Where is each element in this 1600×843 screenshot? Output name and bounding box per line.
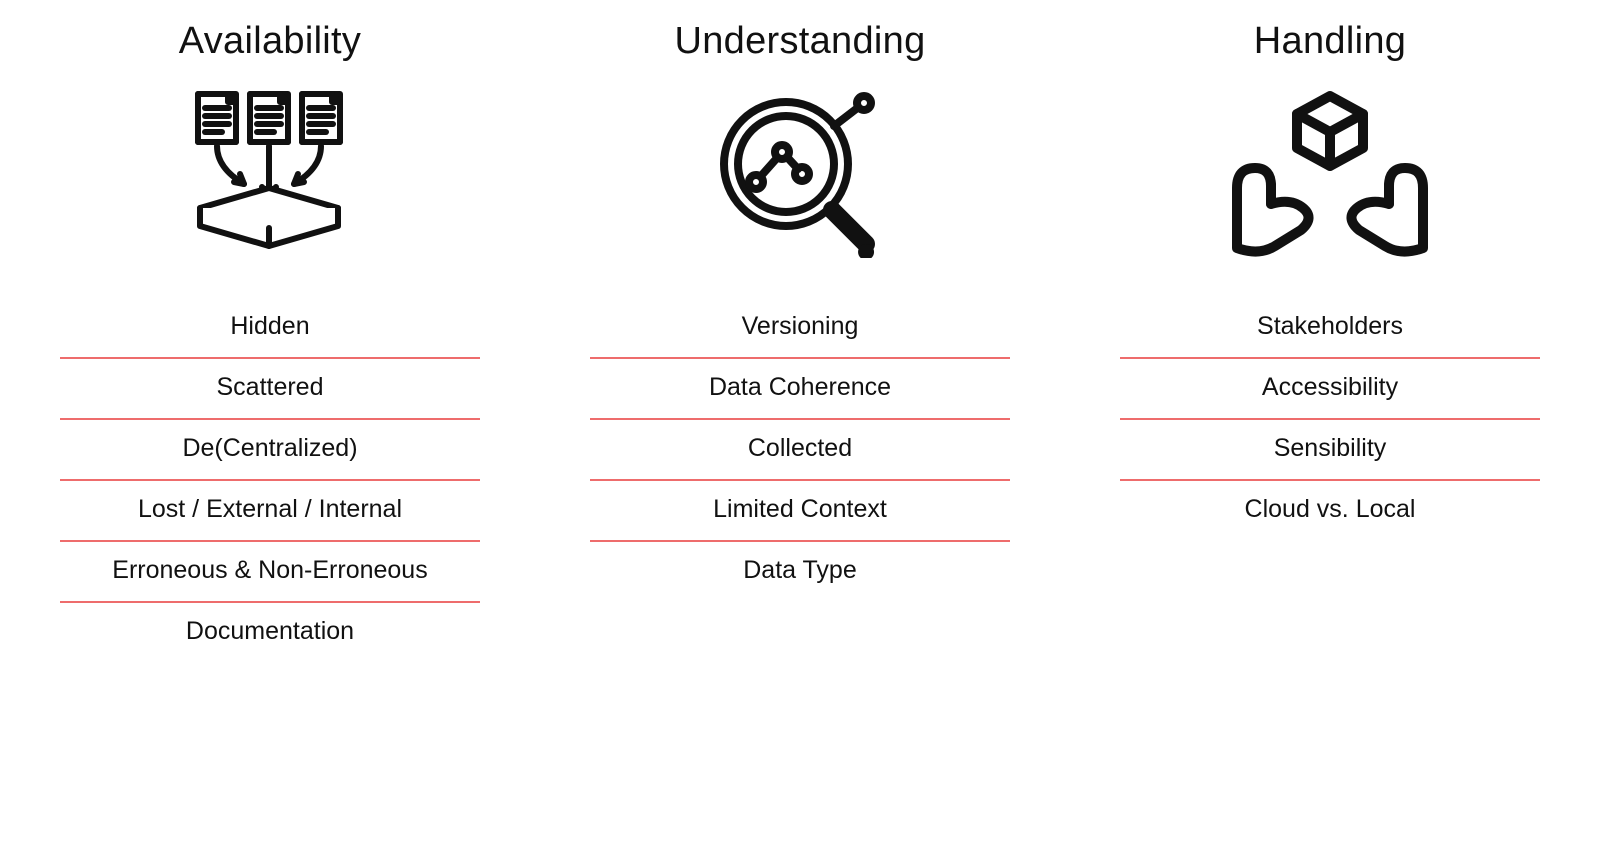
list-item: Scattered [60, 359, 480, 420]
column-availability: Availability [60, 20, 480, 662]
list-item: Stakeholders [1120, 298, 1540, 359]
list-item: Lost / External / Internal [60, 481, 480, 542]
hands-holding-cube-icon [1225, 88, 1435, 258]
list-item: Sensibility [1120, 420, 1540, 481]
list-item: Versioning [590, 298, 1010, 359]
column-title-understanding: Understanding [674, 20, 925, 63]
list-handling: Stakeholders Accessibility Sensibility C… [1120, 298, 1540, 540]
list-understanding: Versioning Data Coherence Collected Limi… [590, 298, 1010, 601]
list-item: Data Type [590, 542, 1010, 601]
column-handling: Handling Stakeholders Accessibility [1120, 20, 1540, 662]
columns-container: Availability [0, 20, 1600, 662]
documents-into-box-icon [170, 88, 370, 258]
list-item: Accessibility [1120, 359, 1540, 420]
list-item: Cloud vs. Local [1120, 481, 1540, 540]
list-item: Erroneous & Non-Erroneous [60, 542, 480, 603]
list-availability: Hidden Scattered De(Centralized) Lost / … [60, 298, 480, 662]
magnifier-chart-icon [700, 88, 900, 258]
list-item: Data Coherence [590, 359, 1010, 420]
list-item: Limited Context [590, 481, 1010, 542]
list-item: Documentation [60, 603, 480, 662]
column-title-handling: Handling [1254, 20, 1406, 63]
column-understanding: Understanding [590, 20, 1010, 662]
list-item: Collected [590, 420, 1010, 481]
diagram-page: Availability [0, 0, 1600, 843]
column-title-availability: Availability [179, 20, 361, 63]
list-item: Hidden [60, 298, 480, 359]
list-item: De(Centralized) [60, 420, 480, 481]
